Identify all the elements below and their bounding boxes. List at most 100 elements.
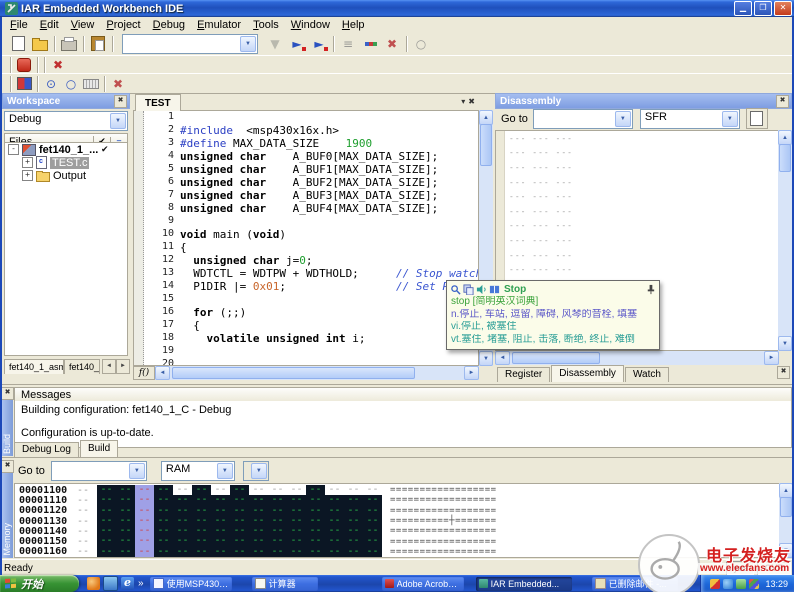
new-document-icon[interactable]	[7, 34, 29, 53]
workspace-tab-fet140_1_asm[interactable]: fet140_1_asm	[4, 359, 64, 374]
workspace-tab-fet140_[interactable]: fet140_	[64, 359, 100, 374]
browse-icon[interactable]: ○	[410, 34, 432, 53]
editor-horizontal-scrollbar[interactable]: f() ◄ ►	[133, 366, 479, 380]
search-combobox[interactable]: ▼	[122, 34, 258, 54]
chevron-down-icon[interactable]: ▼	[129, 463, 145, 479]
chevron-down-icon[interactable]: ▼	[110, 113, 126, 129]
memory-cell[interactable]: --	[154, 547, 173, 557]
editor-tab-test[interactable]: TEST	[135, 94, 181, 111]
dictionary-icon[interactable]	[489, 284, 500, 295]
memory-cell[interactable]: --	[97, 547, 116, 557]
disassembly-close-icon[interactable]: ✖	[776, 95, 789, 108]
tab-disassembly[interactable]: Disassembly	[551, 365, 624, 382]
memory-goto-combobox[interactable]: ▼	[51, 461, 147, 481]
memory-cell[interactable]: --	[249, 547, 268, 557]
network-icon[interactable]	[749, 579, 759, 589]
memory-cell[interactable]: --	[135, 547, 154, 557]
open-file-icon[interactable]	[29, 34, 51, 53]
menu-emulator[interactable]: Emulator	[191, 19, 247, 31]
memory-cell[interactable]: --	[268, 547, 287, 557]
desktop-icon[interactable]	[103, 576, 118, 591]
function-list-button[interactable]: f()	[133, 366, 155, 380]
workspace-close-icon[interactable]: ✖	[114, 95, 127, 108]
start-button[interactable]: 开始	[0, 575, 79, 592]
stop-build-icon[interactable]: ✖	[381, 34, 403, 53]
device-icon[interactable]: ○	[61, 76, 81, 92]
disassembly-horizontal-scrollbar[interactable]: ◄ ►	[495, 351, 779, 365]
memory-cell[interactable]: --	[192, 547, 211, 557]
minimize-button[interactable]: ▁	[734, 1, 752, 16]
build-panel-close-icon[interactable]: ✖	[1, 387, 14, 400]
scroll-up-icon[interactable]: ▲	[479, 110, 493, 125]
scroll-right-icon[interactable]: ►	[764, 351, 779, 365]
scroll-down-icon[interactable]: ▼	[778, 336, 792, 351]
ie-icon[interactable]: e	[121, 577, 134, 590]
breakpoints-icon[interactable]	[14, 76, 34, 92]
memory-cell[interactable]: --	[287, 547, 306, 557]
scroll-right-icon[interactable]: ►	[116, 359, 130, 374]
project-symbols-icon[interactable]	[359, 34, 381, 53]
editor-close-icon[interactable]: ✖	[468, 97, 475, 106]
tab-debug-log[interactable]: Debug Log	[14, 442, 79, 457]
taskbar-task-mail[interactable]: 已删除邮件 -...	[592, 577, 678, 591]
memory-panel-close-icon[interactable]: ✖	[1, 460, 14, 473]
memory-cell[interactable]: --	[230, 547, 249, 557]
editor-tab-list-icon[interactable]: ▾	[461, 97, 465, 106]
memory-cell[interactable]: --	[363, 547, 382, 557]
taskbar-clock[interactable]: 13:29	[765, 579, 788, 589]
menu-edit[interactable]: Edit	[34, 19, 65, 31]
scroll-up-icon[interactable]: ▲	[778, 130, 792, 145]
tabs-close-icon[interactable]: ✖	[777, 366, 790, 379]
scroll-up-icon[interactable]: ▲	[779, 483, 793, 498]
antivirus-icon[interactable]	[710, 579, 720, 589]
taskbar-task-notepad[interactable]: 计算器	[252, 577, 318, 591]
tree-item-output[interactable]: +Output	[5, 169, 127, 182]
menu-file[interactable]: File	[4, 19, 34, 31]
configuration-combobox[interactable]: Debug ▼	[4, 111, 128, 131]
stop-debugging-icon[interactable]: ✖	[48, 57, 68, 73]
tree-item-test-c[interactable]: +TEST.c	[5, 156, 127, 169]
chevron-down-icon[interactable]: ▼	[240, 36, 256, 52]
menu-help[interactable]: Help	[336, 19, 371, 31]
scroll-down-icon[interactable]: ▼	[479, 351, 493, 366]
find-icon[interactable]: ▼	[264, 34, 286, 53]
media-icon[interactable]	[87, 577, 100, 590]
menu-window[interactable]: Window	[285, 19, 336, 31]
break-icon[interactable]	[14, 57, 34, 73]
expand-icon[interactable]: +	[22, 157, 33, 168]
expand-icon[interactable]: +	[22, 170, 33, 181]
memory-cell[interactable]: --	[211, 547, 230, 557]
pin-icon[interactable]	[645, 284, 656, 295]
taskbar-task-iar[interactable]: IAR Embedded...	[476, 577, 572, 591]
build-log[interactable]: Building configuration: fet140_1_C - Deb…	[14, 401, 792, 448]
memory-cell[interactable]: --	[325, 547, 344, 557]
chevron-down-icon[interactable]: ▼	[615, 111, 631, 127]
scroll-left-icon[interactable]: ◄	[495, 351, 510, 365]
scroll-right-icon[interactable]: ►	[464, 366, 479, 380]
tab-register[interactable]: Register	[497, 367, 550, 382]
menu-project[interactable]: Project	[100, 19, 146, 31]
chevron-down-icon[interactable]: ▼	[251, 463, 267, 479]
memory-cell[interactable]: --	[173, 547, 192, 557]
tab-watch[interactable]: Watch	[625, 367, 669, 382]
goto-definition-icon[interactable]: ≡	[337, 34, 359, 53]
maximize-button[interactable]: ❐	[754, 1, 772, 16]
compile-icon[interactable]: ►	[286, 34, 308, 53]
chevron-down-icon[interactable]: ▼	[217, 463, 233, 479]
memory-cell[interactable]: --	[116, 547, 135, 557]
copy-icon[interactable]	[463, 284, 474, 295]
menu-debug[interactable]: Debug	[147, 19, 191, 31]
messenger-icon[interactable]	[723, 579, 733, 589]
scroll-down-icon[interactable]: ▼	[779, 543, 793, 558]
keyboard-icon[interactable]	[81, 76, 101, 92]
taskbar-task-acrobat[interactable]: Adobe Acroba...	[382, 577, 464, 591]
interrupt-icon[interactable]: ✖	[108, 76, 128, 92]
options-icon[interactable]: ⊙	[41, 76, 61, 92]
volume-icon[interactable]	[736, 579, 746, 589]
workspace-header[interactable]: Workspace ✖	[2, 93, 130, 109]
disassembly-vertical-scrollbar[interactable]: ▲ ▼	[778, 130, 792, 351]
disassembly-context-combobox[interactable]: SFR ▼	[640, 109, 740, 129]
tree-item-fet140-1-[interactable]: -fet140_1_...✔	[5, 143, 127, 156]
collapse-icon[interactable]: -	[8, 144, 19, 155]
title-bar[interactable]: IAR Embedded Workbench IDE ▁ ❐ ✕	[0, 0, 794, 17]
